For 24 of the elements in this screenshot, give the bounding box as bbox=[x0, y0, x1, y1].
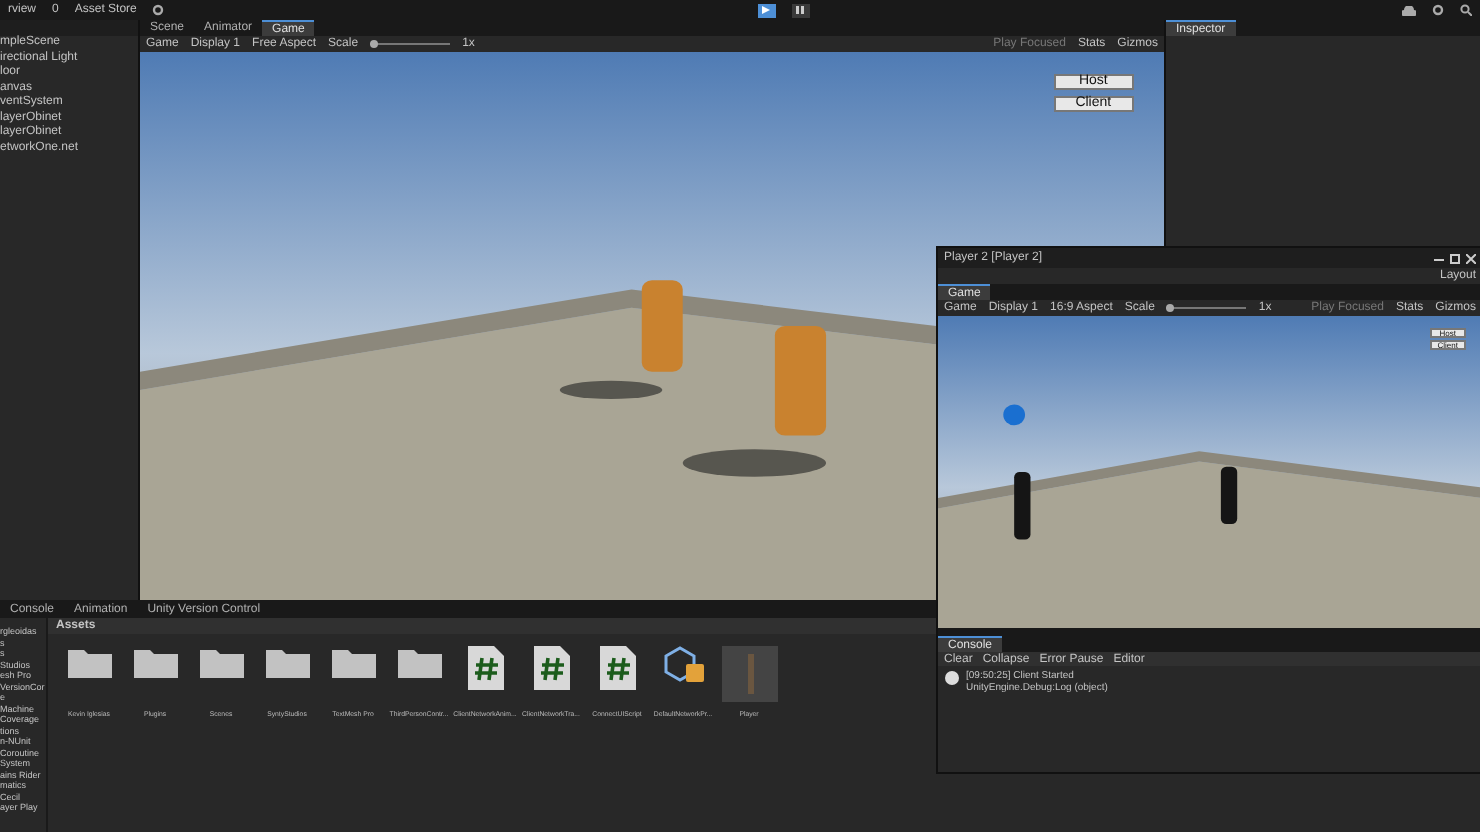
play-button[interactable] bbox=[757, 3, 776, 17]
folder-icon bbox=[265, 646, 309, 678]
folder-icon bbox=[397, 646, 441, 678]
minimize-icon[interactable] bbox=[1434, 253, 1444, 263]
cloud-icon[interactable] bbox=[1402, 5, 1416, 15]
close-icon[interactable] bbox=[1466, 253, 1476, 263]
folder-icon bbox=[133, 646, 177, 678]
script-file-icon bbox=[467, 646, 503, 690]
pause-button[interactable] bbox=[791, 3, 810, 17]
slider-thumb[interactable] bbox=[370, 40, 379, 48]
folder-icon bbox=[331, 646, 375, 678]
scale-slider[interactable] bbox=[370, 40, 451, 48]
slider-thumb[interactable] bbox=[1166, 304, 1175, 312]
settings-icon[interactable] bbox=[152, 4, 165, 16]
search-icon[interactable] bbox=[1460, 4, 1472, 16]
script-file-icon bbox=[533, 646, 569, 690]
maximize-icon[interactable] bbox=[1450, 253, 1460, 263]
cube-icon bbox=[663, 646, 703, 682]
figure-thumbnail bbox=[721, 646, 777, 702]
scale-slider[interactable] bbox=[1166, 304, 1247, 312]
settings-icon[interactable] bbox=[1432, 4, 1444, 16]
script-file-icon bbox=[599, 646, 635, 690]
folder-icon bbox=[199, 646, 243, 678]
folder-icon bbox=[67, 646, 111, 678]
